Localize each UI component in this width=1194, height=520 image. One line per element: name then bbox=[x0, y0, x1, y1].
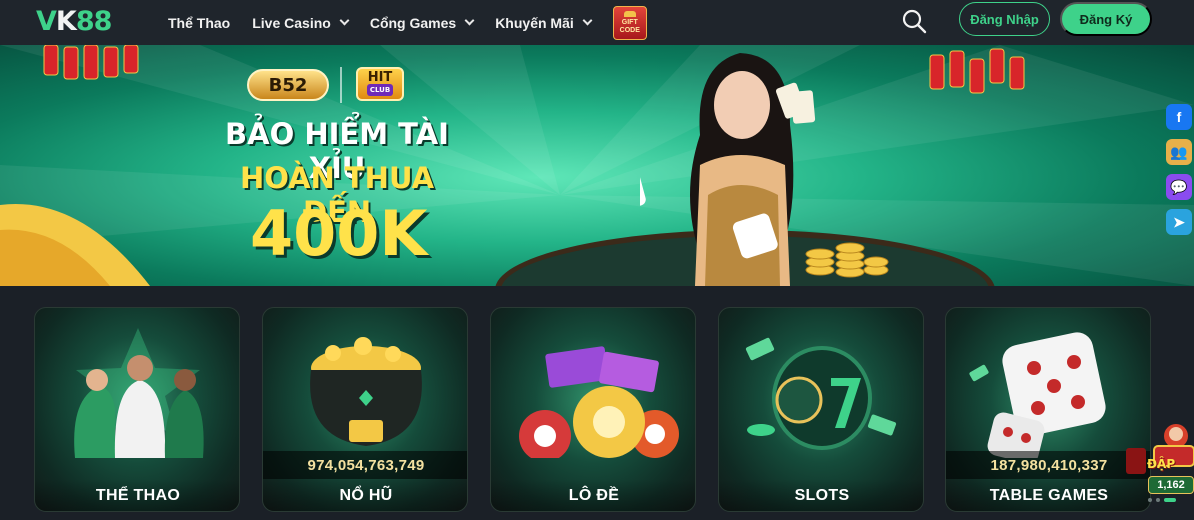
telegram-glyph: ➤ bbox=[1173, 213, 1185, 230]
register-button[interactable]: Đăng Ký bbox=[1060, 2, 1152, 36]
vk88-logo[interactable]: V K 88 bbox=[36, 3, 113, 39]
search-icon[interactable] bbox=[900, 7, 928, 35]
nav-khuyen-mai-label: Khuyến Mãi bbox=[495, 14, 574, 31]
game-card-label: THỂ THAO bbox=[35, 479, 239, 511]
gift-code-line1: GIFT bbox=[621, 18, 638, 26]
logo-number: 88 bbox=[75, 5, 113, 37]
promo-widget-title: ĐẬP bbox=[1147, 457, 1176, 471]
hit-club-brand-logo: HIT CLUB bbox=[356, 67, 404, 101]
firecracker-right-decoration bbox=[929, 48, 1025, 94]
promo-banner[interactable]: B52 HIT CLUB BẢO HIỂM TÀI XỈU HOÀN THUA … bbox=[0, 45, 1194, 286]
facebook-icon[interactable]: f bbox=[1166, 104, 1192, 130]
game-card-no-hu[interactable]: 974,054,763,749 NỔ HŨ bbox=[262, 307, 468, 512]
group-icon[interactable]: 👥 bbox=[1166, 139, 1192, 165]
dice-art bbox=[969, 332, 1106, 458]
nav-khuyen-mai[interactable]: Khuyến Mãi bbox=[495, 14, 593, 31]
hit-club-sub: CLUB bbox=[366, 84, 394, 96]
firecracker-left-decoration bbox=[43, 45, 139, 80]
top-header: V K 88 Thể Thao Live Casino Cổng Games Khu… bbox=[0, 0, 1194, 45]
carousel-dot-active[interactable] bbox=[1164, 498, 1176, 502]
login-button[interactable]: Đăng Nhập bbox=[959, 2, 1050, 36]
hit-club-name: HIT bbox=[367, 70, 393, 85]
slot-machine-art bbox=[745, 337, 897, 450]
gift-code-line2: CODE bbox=[619, 26, 640, 34]
pot-of-gold-art bbox=[310, 337, 422, 446]
game-card-lo-de[interactable]: LÔ ĐỀ bbox=[490, 307, 696, 512]
page: V K 88 Thể Thao Live Casino Cổng Games Khu… bbox=[0, 0, 1194, 520]
lottery-balls-art bbox=[519, 346, 679, 458]
game-category-list: THỂ THAO 974,054,763,749 NỔ HŨ LÔ ĐỀ SLO… bbox=[0, 286, 1194, 520]
game-card-label: SLOTS bbox=[719, 479, 923, 511]
chevron-down-icon bbox=[464, 15, 475, 26]
nav-live-casino-label: Live Casino bbox=[252, 14, 331, 31]
promo-widget-count: 1,162 bbox=[1148, 476, 1194, 494]
carousel-dot[interactable] bbox=[1156, 498, 1160, 502]
main-nav: Thể Thao Live Casino Cổng Games Khuyến M… bbox=[168, 0, 647, 45]
nav-cong-games-label: Cổng Games bbox=[369, 14, 457, 31]
game-card-the-thao[interactable]: THỂ THAO bbox=[34, 307, 240, 512]
gift-code-button[interactable]: GIFT CODE bbox=[612, 5, 647, 40]
nav-the-thao-label: Thể Thao bbox=[168, 14, 231, 31]
gold-fan-decoration bbox=[0, 204, 150, 286]
nav-cong-games[interactable]: Cổng Games bbox=[369, 14, 475, 31]
messenger-glyph: 💬 bbox=[1170, 178, 1188, 195]
game-card-label: LÔ ĐỀ bbox=[491, 479, 695, 511]
brand-divider bbox=[340, 67, 342, 103]
chevron-down-icon bbox=[582, 15, 593, 26]
game-card-slots[interactable]: SLOTS bbox=[718, 307, 924, 512]
jackpot-counter: 974,054,763,749 bbox=[263, 451, 467, 479]
b52-brand-logo: B52 bbox=[247, 69, 329, 101]
telegram-icon[interactable]: ➤ bbox=[1166, 209, 1192, 235]
logo-letter-k: K bbox=[55, 5, 77, 37]
carousel-dot[interactable] bbox=[1148, 498, 1152, 502]
group-glyph: 👥 bbox=[1170, 143, 1188, 160]
game-card-label: TABLE GAMES bbox=[946, 479, 1150, 511]
nav-live-casino[interactable]: Live Casino bbox=[252, 14, 350, 31]
game-card-label: NỔ HŨ bbox=[263, 479, 467, 511]
facebook-glyph: f bbox=[1176, 109, 1182, 125]
chevron-down-icon bbox=[339, 15, 350, 26]
gift-bow-icon bbox=[623, 10, 636, 17]
nav-the-thao[interactable]: Thể Thao bbox=[168, 15, 230, 31]
logo-letter-v: V bbox=[36, 5, 57, 37]
messenger-icon[interactable]: 💬 bbox=[1166, 174, 1192, 200]
banner-headline-amount: 400K bbox=[250, 197, 428, 270]
football-players-art bbox=[74, 328, 204, 458]
jackpot-counter: 187,980,410,337 bbox=[946, 451, 1150, 479]
gold-coins-decoration bbox=[805, 242, 889, 278]
carousel-dots bbox=[1148, 498, 1176, 502]
game-card-table-games[interactable]: 187,980,410,337 TABLE GAMES bbox=[945, 307, 1151, 512]
